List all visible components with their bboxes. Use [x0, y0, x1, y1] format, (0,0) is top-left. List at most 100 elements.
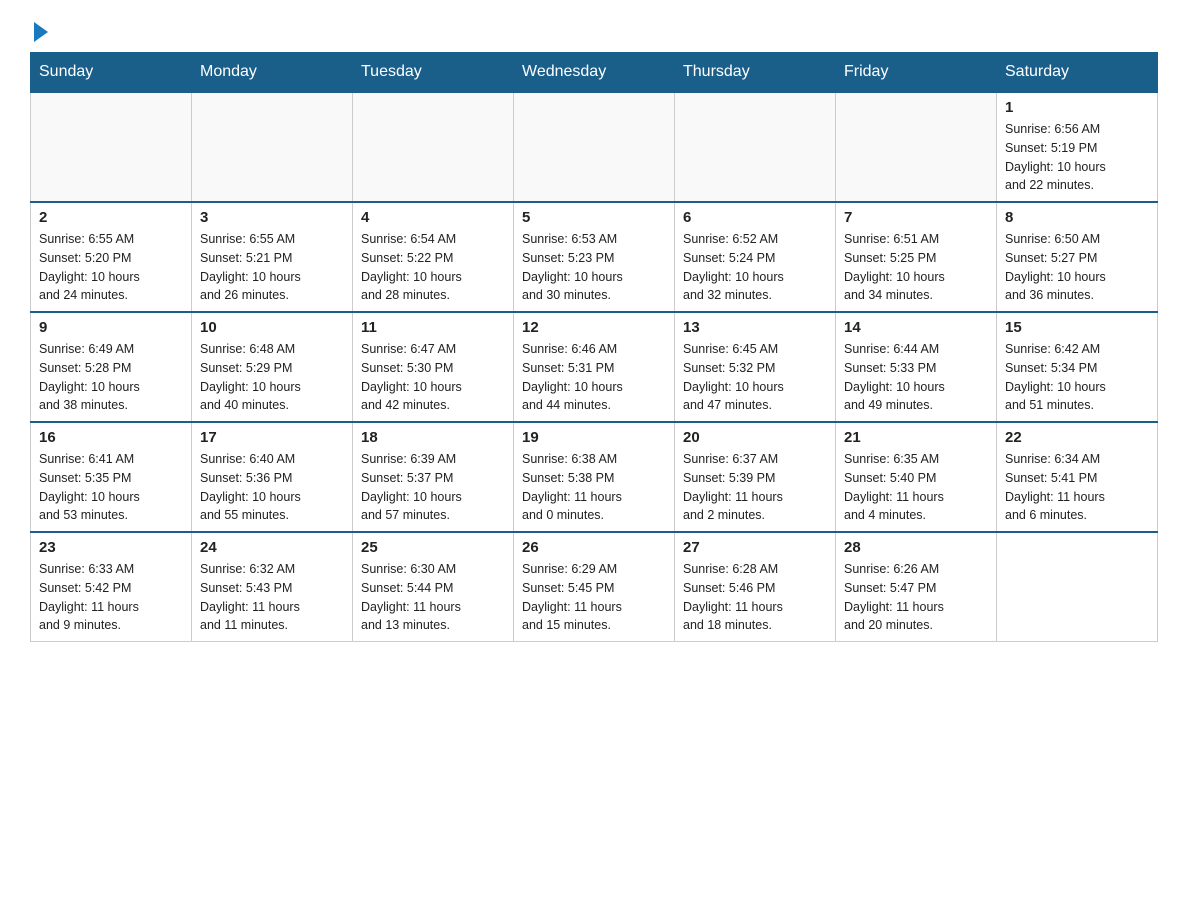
day-info: Sunrise: 6:47 AMSunset: 5:30 PMDaylight:… — [361, 340, 505, 415]
day-info: Sunrise: 6:34 AMSunset: 5:41 PMDaylight:… — [1005, 450, 1149, 525]
calendar-cell: 10 Sunrise: 6:48 AMSunset: 5:29 PMDayligh… — [192, 312, 353, 422]
calendar-cell — [192, 92, 353, 202]
day-number: 23 — [39, 539, 183, 556]
calendar-cell: 4 Sunrise: 6:54 AMSunset: 5:22 PMDaylight… — [353, 202, 514, 312]
calendar-cell: 1 Sunrise: 6:56 AMSunset: 5:19 PMDaylight… — [997, 92, 1158, 202]
day-number: 12 — [522, 319, 666, 336]
calendar-cell — [514, 92, 675, 202]
calendar-cell: 17 Sunrise: 6:40 AMSunset: 5:36 PMDayligh… — [192, 422, 353, 532]
day-info: Sunrise: 6:29 AMSunset: 5:45 PMDaylight:… — [522, 560, 666, 635]
calendar-cell — [836, 92, 997, 202]
day-info: Sunrise: 6:35 AMSunset: 5:40 PMDaylight:… — [844, 450, 988, 525]
calendar-cell — [997, 532, 1158, 642]
day-number: 27 — [683, 539, 827, 556]
calendar-cell: 6 Sunrise: 6:52 AMSunset: 5:24 PMDaylight… — [675, 202, 836, 312]
day-number: 22 — [1005, 429, 1149, 446]
day-number: 6 — [683, 209, 827, 226]
day-number: 19 — [522, 429, 666, 446]
day-info: Sunrise: 6:49 AMSunset: 5:28 PMDaylight:… — [39, 340, 183, 415]
calendar-cell: 18 Sunrise: 6:39 AMSunset: 5:37 PMDayligh… — [353, 422, 514, 532]
day-number: 21 — [844, 429, 988, 446]
calendar-cell: 8 Sunrise: 6:50 AMSunset: 5:27 PMDaylight… — [997, 202, 1158, 312]
day-info: Sunrise: 6:48 AMSunset: 5:29 PMDaylight:… — [200, 340, 344, 415]
day-info: Sunrise: 6:56 AMSunset: 5:19 PMDaylight:… — [1005, 120, 1149, 195]
calendar-cell — [353, 92, 514, 202]
weekday-header-sunday: Sunday — [31, 53, 192, 93]
calendar-table: SundayMondayTuesdayWednesdayThursdayFrid… — [30, 52, 1158, 642]
day-number: 8 — [1005, 209, 1149, 226]
day-info: Sunrise: 6:37 AMSunset: 5:39 PMDaylight:… — [683, 450, 827, 525]
calendar-cell: 21 Sunrise: 6:35 AMSunset: 5:40 PMDayligh… — [836, 422, 997, 532]
day-number: 2 — [39, 209, 183, 226]
day-info: Sunrise: 6:53 AMSunset: 5:23 PMDaylight:… — [522, 230, 666, 305]
day-info: Sunrise: 6:54 AMSunset: 5:22 PMDaylight:… — [361, 230, 505, 305]
day-info: Sunrise: 6:55 AMSunset: 5:20 PMDaylight:… — [39, 230, 183, 305]
day-number: 17 — [200, 429, 344, 446]
page-header — [30, 20, 1158, 42]
calendar-week-row: 2 Sunrise: 6:55 AMSunset: 5:20 PMDaylight… — [31, 202, 1158, 312]
day-info: Sunrise: 6:55 AMSunset: 5:21 PMDaylight:… — [200, 230, 344, 305]
day-number: 16 — [39, 429, 183, 446]
calendar-cell: 15 Sunrise: 6:42 AMSunset: 5:34 PMDayligh… — [997, 312, 1158, 422]
calendar-cell — [675, 92, 836, 202]
day-number: 9 — [39, 319, 183, 336]
logo-arrow-icon — [34, 22, 48, 42]
day-number: 28 — [844, 539, 988, 556]
calendar-cell: 24 Sunrise: 6:32 AMSunset: 5:43 PMDayligh… — [192, 532, 353, 642]
day-info: Sunrise: 6:30 AMSunset: 5:44 PMDaylight:… — [361, 560, 505, 635]
calendar-cell: 11 Sunrise: 6:47 AMSunset: 5:30 PMDayligh… — [353, 312, 514, 422]
day-info: Sunrise: 6:45 AMSunset: 5:32 PMDaylight:… — [683, 340, 827, 415]
calendar-header-row: SundayMondayTuesdayWednesdayThursdayFrid… — [31, 53, 1158, 93]
calendar-cell: 26 Sunrise: 6:29 AMSunset: 5:45 PMDayligh… — [514, 532, 675, 642]
calendar-cell: 22 Sunrise: 6:34 AMSunset: 5:41 PMDayligh… — [997, 422, 1158, 532]
weekday-header-wednesday: Wednesday — [514, 53, 675, 93]
weekday-header-saturday: Saturday — [997, 53, 1158, 93]
weekday-header-thursday: Thursday — [675, 53, 836, 93]
calendar-cell: 3Sunrise: 6:55 AMSunset: 5:21 PMDaylight… — [192, 202, 353, 312]
day-info: Sunrise: 6:38 AMSunset: 5:38 PMDaylight:… — [522, 450, 666, 525]
day-info: Sunrise: 6:44 AMSunset: 5:33 PMDaylight:… — [844, 340, 988, 415]
day-number: 26 — [522, 539, 666, 556]
calendar-cell: 14 Sunrise: 6:44 AMSunset: 5:33 PMDayligh… — [836, 312, 997, 422]
calendar-week-row: 1 Sunrise: 6:56 AMSunset: 5:19 PMDaylight… — [31, 92, 1158, 202]
calendar-cell — [31, 92, 192, 202]
day-info: Sunrise: 6:42 AMSunset: 5:34 PMDaylight:… — [1005, 340, 1149, 415]
day-info: Sunrise: 6:33 AMSunset: 5:42 PMDaylight:… — [39, 560, 183, 635]
calendar-cell: 12 Sunrise: 6:46 AMSunset: 5:31 PMDayligh… — [514, 312, 675, 422]
day-number: 14 — [844, 319, 988, 336]
day-info: Sunrise: 6:26 AMSunset: 5:47 PMDaylight:… — [844, 560, 988, 635]
day-number: 13 — [683, 319, 827, 336]
calendar-week-row: 23 Sunrise: 6:33 AMSunset: 5:42 PMDayligh… — [31, 532, 1158, 642]
day-number: 11 — [361, 319, 505, 336]
calendar-week-row: 16 Sunrise: 6:41 AMSunset: 5:35 PMDayligh… — [31, 422, 1158, 532]
day-info: Sunrise: 6:32 AMSunset: 5:43 PMDaylight:… — [200, 560, 344, 635]
day-number: 10 — [200, 319, 344, 336]
day-info: Sunrise: 6:51 AMSunset: 5:25 PMDaylight:… — [844, 230, 988, 305]
logo — [30, 20, 48, 42]
calendar-cell: 20Sunrise: 6:37 AMSunset: 5:39 PMDayligh… — [675, 422, 836, 532]
day-info: Sunrise: 6:39 AMSunset: 5:37 PMDaylight:… — [361, 450, 505, 525]
day-info: Sunrise: 6:46 AMSunset: 5:31 PMDaylight:… — [522, 340, 666, 415]
weekday-header-monday: Monday — [192, 53, 353, 93]
calendar-cell: 27 Sunrise: 6:28 AMSunset: 5:46 PMDayligh… — [675, 532, 836, 642]
weekday-header-friday: Friday — [836, 53, 997, 93]
weekday-header-tuesday: Tuesday — [353, 53, 514, 93]
day-number: 15 — [1005, 319, 1149, 336]
calendar-cell: 23 Sunrise: 6:33 AMSunset: 5:42 PMDayligh… — [31, 532, 192, 642]
day-number: 4 — [361, 209, 505, 226]
day-info: Sunrise: 6:41 AMSunset: 5:35 PMDaylight:… — [39, 450, 183, 525]
calendar-cell: 25Sunrise: 6:30 AMSunset: 5:44 PMDayligh… — [353, 532, 514, 642]
calendar-cell: 5 Sunrise: 6:53 AMSunset: 5:23 PMDaylight… — [514, 202, 675, 312]
day-number: 5 — [522, 209, 666, 226]
day-number: 1 — [1005, 99, 1149, 116]
day-info: Sunrise: 6:28 AMSunset: 5:46 PMDaylight:… — [683, 560, 827, 635]
calendar-cell: 19 Sunrise: 6:38 AMSunset: 5:38 PMDayligh… — [514, 422, 675, 532]
day-number: 18 — [361, 429, 505, 446]
calendar-cell: 28 Sunrise: 6:26 AMSunset: 5:47 PMDayligh… — [836, 532, 997, 642]
day-info: Sunrise: 6:50 AMSunset: 5:27 PMDaylight:… — [1005, 230, 1149, 305]
calendar-cell: 2 Sunrise: 6:55 AMSunset: 5:20 PMDaylight… — [31, 202, 192, 312]
day-info: Sunrise: 6:40 AMSunset: 5:36 PMDaylight:… — [200, 450, 344, 525]
day-number: 24 — [200, 539, 344, 556]
day-info: Sunrise: 6:52 AMSunset: 5:24 PMDaylight:… — [683, 230, 827, 305]
calendar-cell: 7Sunrise: 6:51 AMSunset: 5:25 PMDaylight… — [836, 202, 997, 312]
